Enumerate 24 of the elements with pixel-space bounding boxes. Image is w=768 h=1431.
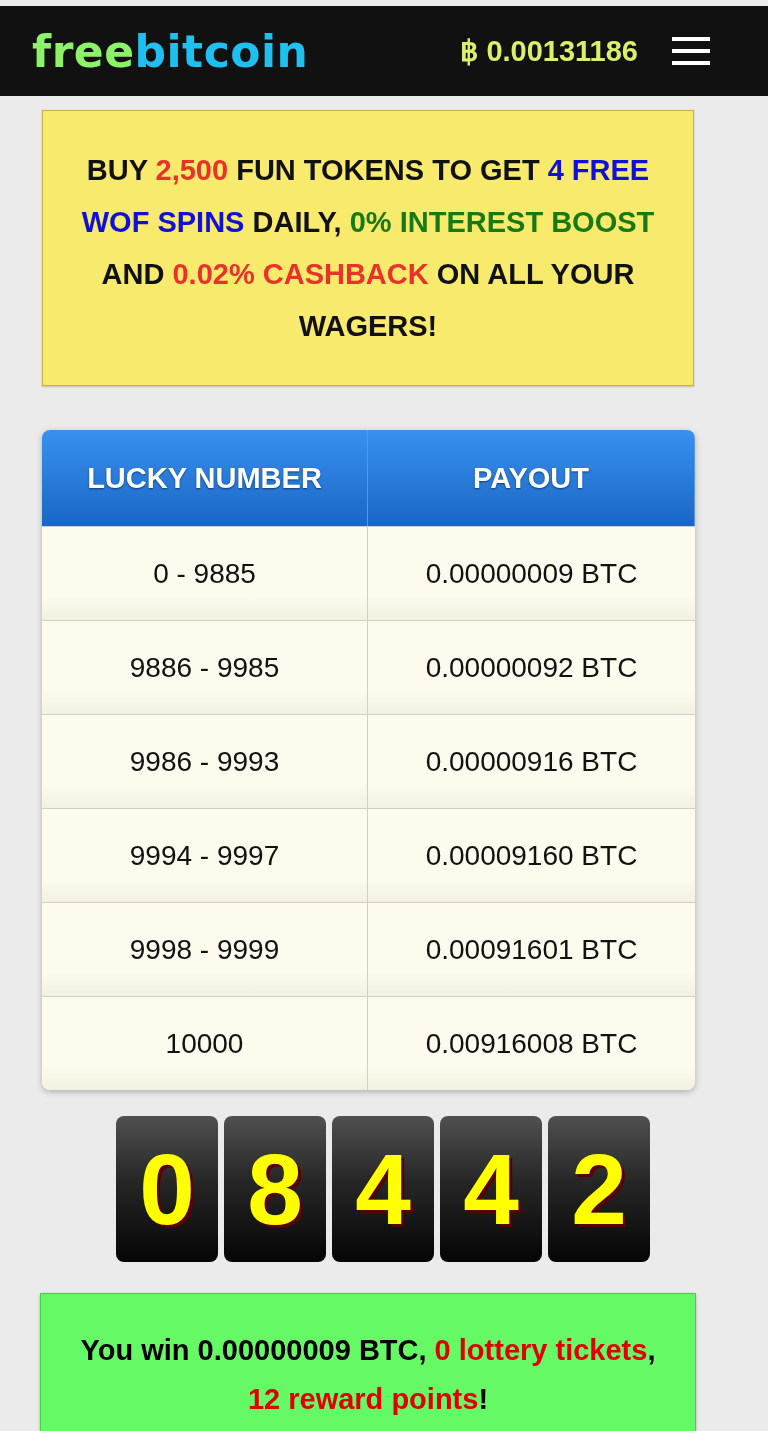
roll-digit: 4 bbox=[332, 1116, 434, 1262]
table-cell: 10000 bbox=[42, 996, 368, 1090]
table-cell: 0.00009160 BTC bbox=[368, 808, 695, 902]
column-header: PAYOUT bbox=[368, 430, 695, 526]
promo-text: BUY 2,500 FUN TOKENS TO GET 4 FREE WOF SPINS DAILY, 0% INTEREST BOOST AND 0.02% CASHBACK ON ALL YOUR WAGERS! bbox=[80, 153, 656, 344]
table-cell: 0.00091601 BTC bbox=[368, 902, 695, 996]
roll-digit: 8 bbox=[224, 1116, 326, 1262]
roll-digit: 0 bbox=[116, 1116, 218, 1262]
table-cell: 0.00000916 BTC bbox=[368, 714, 695, 808]
balance: ฿ 0.00131186 bbox=[460, 34, 638, 68]
table-cell: 0.00000009 BTC bbox=[368, 526, 695, 620]
table-cell: 0.00000092 BTC bbox=[368, 620, 695, 714]
table-cell: 0.00916008 BTC bbox=[368, 996, 695, 1090]
result-message: You win 0.00000009 BTC, 0 lottery tickets, 12 reward points! bbox=[79, 1333, 657, 1417]
table-cell: 9998 - 9999 bbox=[42, 902, 368, 996]
roll-digit: 4 bbox=[440, 1116, 542, 1262]
table-cell: 0 - 9885 bbox=[42, 526, 368, 620]
logo[interactable]: freebitcoin bbox=[32, 25, 309, 77]
table-cell: 9986 - 9993 bbox=[42, 714, 368, 808]
column-header: LUCKY NUMBER bbox=[42, 430, 368, 526]
roll-digit: 2 bbox=[548, 1116, 650, 1262]
table-cell: 9994 - 9997 bbox=[42, 808, 368, 902]
table-cell: 9886 - 9985 bbox=[42, 620, 368, 714]
menu-icon[interactable] bbox=[672, 36, 710, 66]
